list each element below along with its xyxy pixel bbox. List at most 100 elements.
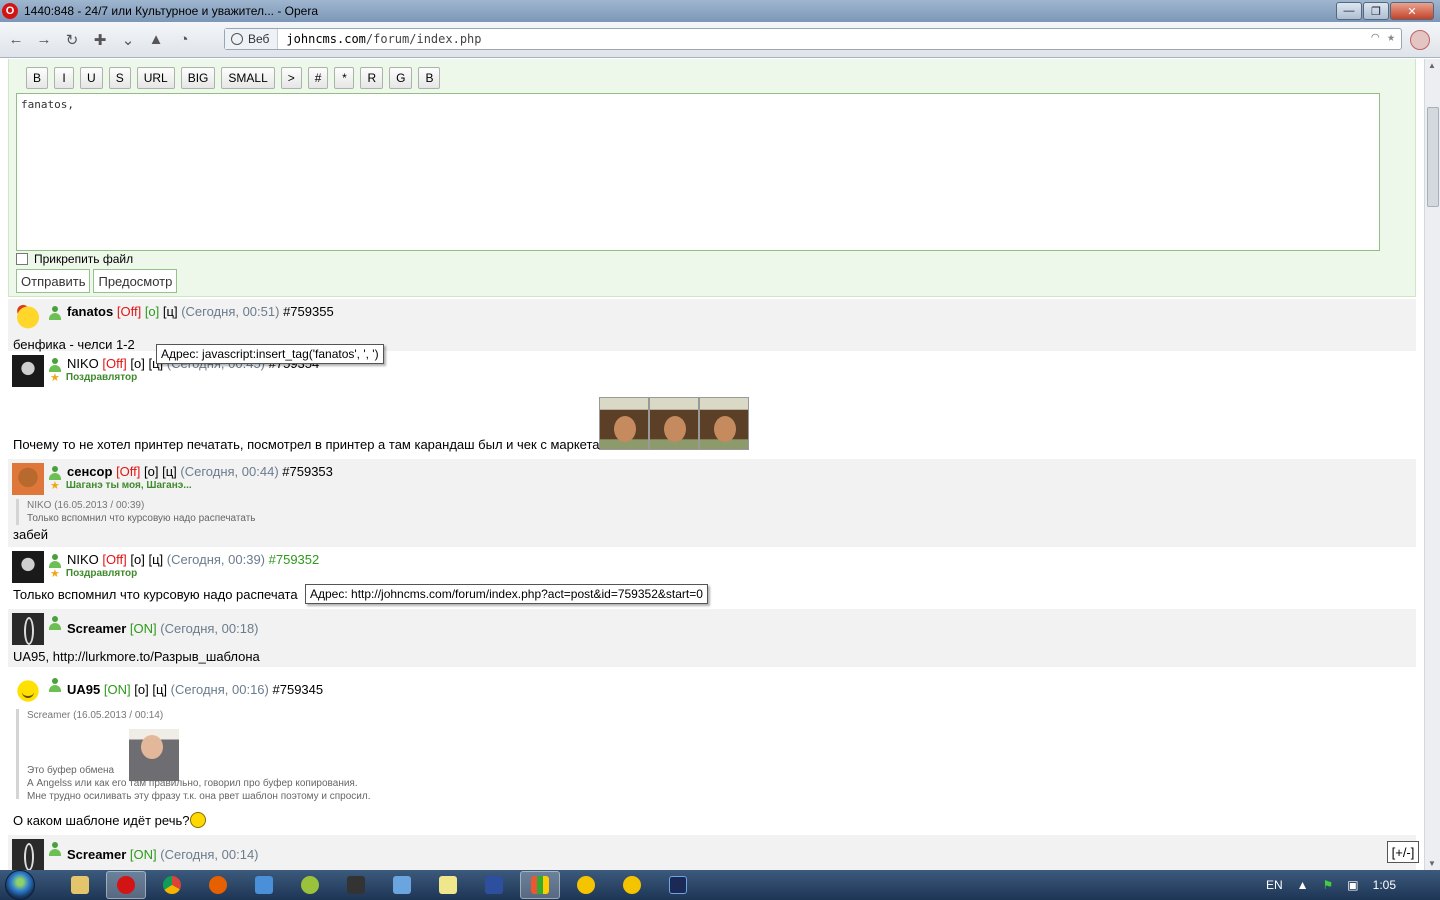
taskbar-app[interactable] [566,871,606,899]
taskbar-app[interactable] [520,871,560,899]
new-tab-icon[interactable]: ✚ [88,28,112,52]
notepad-icon [439,876,457,894]
taskbar-app[interactable] [428,871,468,899]
terminal-icon [347,876,365,894]
scroll-up-icon[interactable]: ▲ [1428,61,1436,70]
language-indicator[interactable]: EN [1266,878,1283,892]
reply-link[interactable]: [о] [144,464,158,479]
taskbar-app[interactable] [244,871,284,899]
quote-link[interactable]: [ц] [152,682,167,697]
bbcode-button[interactable]: I [54,67,75,89]
bbcode-button[interactable]: U [80,67,103,89]
avatar[interactable] [12,303,44,335]
post-text: Почему то не хотел принтер печатать, пос… [13,437,600,452]
post-image[interactable] [599,397,749,450]
attach-checkbox[interactable] [16,253,28,265]
post-id[interactable]: #759353 [282,464,333,479]
folder-icon [71,876,89,894]
taskbar-firefox[interactable] [198,871,238,899]
taskbar-photoshop[interactable] [658,871,698,899]
bbcode-button[interactable]: > [280,67,302,89]
avatar[interactable] [12,355,44,387]
send-button[interactable]: Отправить [16,269,91,293]
taskbar-app[interactable] [474,871,514,899]
quote-line: Мне трудно осиливать эту фразу т.к. она … [27,791,371,802]
network-icon[interactable]: ▣ [1347,878,1358,892]
taskbar-app[interactable] [336,871,376,899]
online-status: [ON] [129,621,157,636]
post-nick[interactable]: сенсор [67,464,112,479]
quote-link[interactable]: [ц] [148,552,163,567]
post-nick[interactable]: fanatos [67,304,113,319]
reply-link[interactable]: [о] [130,552,144,567]
avatar[interactable] [12,463,44,495]
bbcode-button[interactable]: B [418,67,441,89]
post-quote: Screamer (16.05.2013 / 00:14) Это буфер … [16,709,436,802]
tray-expand-icon[interactable]: ▲ [1297,878,1309,892]
close-button[interactable]: ✕ [1390,2,1434,20]
taskbar-opera[interactable] [106,871,146,899]
post-nick[interactable]: Screamer [67,847,126,862]
reply-link[interactable]: [о] [134,682,148,697]
taskbar-app[interactable] [612,871,652,899]
bbcode-button[interactable]: * [334,67,355,89]
bbcode-button[interactable]: B [26,67,49,89]
bbcode-button[interactable]: G [389,67,413,89]
clock[interactable]: 1:05 [1373,878,1396,892]
post-nick[interactable]: NIKO [67,552,99,567]
attach-label[interactable]: Прикрепить файл [34,252,133,266]
quote-link[interactable]: [ц] [163,304,178,319]
bbcode-button[interactable]: BIG [180,67,216,89]
quote-link[interactable]: [ц] [162,464,177,479]
quote-image[interactable] [129,729,179,781]
reply-form: B I U S URL BIG SMALL > # * R G B fanatos, Прикрепит… [8,59,1416,297]
vertical-scrollbar[interactable]: ▲ ▼ [1424,59,1440,870]
taskbar-app[interactable] [382,871,422,899]
start-button[interactable] [0,870,40,900]
scroll-thumb[interactable] [1427,107,1439,207]
url-text[interactable]: johncms.com/forum/index.php [278,32,481,46]
post-nick[interactable]: UA95 [67,682,100,697]
web-badge[interactable]: Веб [225,29,279,49]
avatar[interactable] [12,551,44,583]
minimize-button[interactable]: — [1336,2,1362,20]
forward-icon[interactable]: → [32,28,56,52]
bbcode-button[interactable]: S [108,67,131,89]
user-profile-icon [48,616,62,630]
up-icon[interactable]: ▲ [144,28,168,52]
bbcode-button[interactable]: SMALL [221,67,275,89]
post-id[interactable]: #759345 [273,682,324,697]
post-nick[interactable]: Screamer [67,621,126,636]
online-status: [Off] [102,356,127,371]
reply-link[interactable]: [о] [130,356,144,371]
chevron-down-icon[interactable]: ⌄ [116,28,140,52]
address-bar[interactable]: Веб johncms.com/forum/index.php ◠ ★ [224,28,1402,50]
toggle-expand-button[interactable]: [+/-] [1387,841,1419,863]
bbcode-button[interactable]: R [360,67,384,89]
bbcode-button[interactable]: URL [136,67,175,89]
opera-unite-icon[interactable] [1410,30,1430,50]
bbcode-button[interactable]: # [307,67,329,89]
message-textarea[interactable]: fanatos, [16,93,1380,251]
action-center-flag-icon[interactable]: ⚑ [1323,878,1334,892]
bookmark-star-icon[interactable]: ★ [1387,30,1395,45]
taskbar-app[interactable] [290,871,330,899]
app-icon [623,876,641,894]
avatar[interactable] [12,675,44,707]
post-id[interactable]: #759352 [269,552,320,567]
post-nick[interactable]: NIKO [67,356,99,371]
rss-icon[interactable]: ◠ [1371,30,1379,45]
taskbar-chrome[interactable] [152,871,192,899]
post-id[interactable]: #759355 [283,304,334,319]
back-icon[interactable]: ← [4,28,28,52]
preview-button[interactable]: Предосмотр [93,269,178,293]
maximize-button[interactable]: ❐ [1363,2,1389,20]
user-status: ★ Поздравлятор [50,567,137,580]
avatar[interactable] [12,613,44,645]
taskbar-explorer[interactable] [60,871,100,899]
speed-dial-icon[interactable]: ◔ [172,28,196,52]
reload-icon[interactable]: ↻ [60,28,84,52]
avatar[interactable] [12,839,44,870]
reply-link[interactable]: [о] [145,304,159,319]
scroll-down-icon[interactable]: ▼ [1428,859,1436,868]
